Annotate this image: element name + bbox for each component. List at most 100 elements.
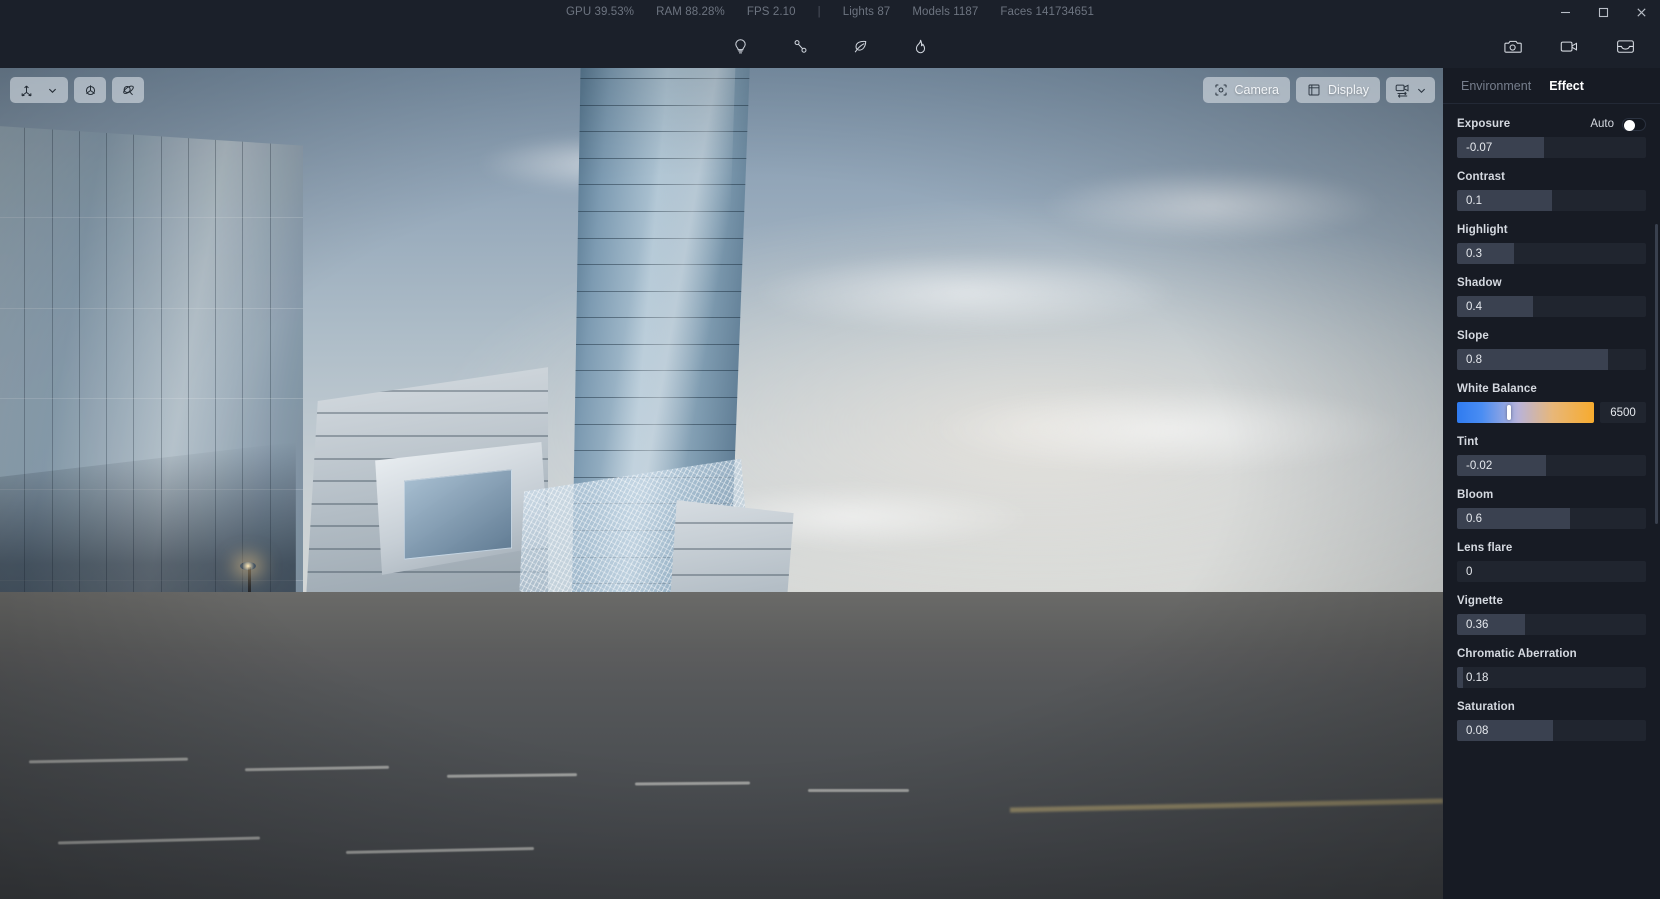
- stat-fps: FPS 2.10: [746, 6, 796, 18]
- measure-tool-button[interactable]: [783, 30, 817, 62]
- snapshot-button[interactable]: [1496, 30, 1530, 62]
- gallery-button[interactable]: [1608, 30, 1642, 62]
- control-chromatic-aberration: Chromatic Aberration 0.18: [1457, 646, 1646, 688]
- road-surface: [0, 649, 1443, 899]
- highlight-slider[interactable]: 0.3: [1457, 243, 1646, 264]
- camera-mode-button[interactable]: Camera: [1202, 77, 1290, 103]
- view-switch-button[interactable]: [1386, 77, 1435, 103]
- chromatic-aberration-slider[interactable]: 0.18: [1457, 667, 1646, 688]
- exposure-slider[interactable]: -0.07: [1457, 137, 1646, 158]
- control-slope: Slope 0.8: [1457, 328, 1646, 370]
- control-white-balance: White Balance 6500: [1457, 381, 1646, 423]
- close-icon: [1636, 7, 1646, 17]
- shadow-value: 0.4: [1466, 300, 1482, 313]
- video-record-icon: [1560, 41, 1577, 52]
- street-lamp-light: [239, 561, 256, 570]
- slope-slider[interactable]: 0.8: [1457, 349, 1646, 370]
- minimize-icon: [1560, 11, 1570, 13]
- viewport-gizmo-toolbar: [10, 77, 144, 103]
- tab-effect[interactable]: Effect: [1549, 75, 1584, 97]
- control-lens-flare: Lens flare 0: [1457, 540, 1646, 582]
- control-saturation: Saturation 0.08: [1457, 699, 1646, 741]
- orbit-button[interactable]: [116, 79, 140, 101]
- toggle-knob: [1624, 119, 1635, 131]
- display-mode-button[interactable]: Display: [1296, 77, 1380, 103]
- control-saturation-label: Saturation: [1457, 701, 1515, 713]
- tint-value: -0.02: [1466, 459, 1493, 472]
- control-tint-label: Tint: [1457, 436, 1479, 448]
- white-balance-handle[interactable]: [1507, 405, 1512, 420]
- transform-dropdown-button[interactable]: [40, 79, 64, 101]
- viewport-mode-toolbar: Camera Display: [1202, 77, 1435, 103]
- control-lens-flare-label: Lens flare: [1457, 542, 1513, 554]
- light-tool-button[interactable]: [723, 30, 757, 62]
- minimize-button[interactable]: [1546, 0, 1584, 24]
- sidewalk: [0, 591, 1443, 650]
- rotate-gizmo-button[interactable]: [78, 79, 102, 101]
- control-bloom-label: Bloom: [1457, 489, 1494, 501]
- shadow-slider[interactable]: 0.4: [1457, 296, 1646, 317]
- cloud: [923, 383, 1415, 476]
- control-contrast-label: Contrast: [1457, 171, 1506, 183]
- record-button[interactable]: [1552, 30, 1586, 62]
- 3d-viewport[interactable]: Camera Display: [0, 68, 1443, 899]
- close-button[interactable]: [1622, 0, 1660, 24]
- tint-slider[interactable]: -0.02: [1457, 455, 1646, 476]
- properties-panel: Environment Effect Exposure Auto -0.07 C…: [1443, 68, 1660, 899]
- title-bar: GPU 39.53% RAM 88.28% FPS 2.10 | Lights …: [0, 0, 1660, 24]
- control-shadow: Shadow 0.4: [1457, 275, 1646, 317]
- stat-lights: Lights 87: [842, 6, 891, 18]
- camera-snapshot-icon: [1503, 40, 1522, 53]
- panel-tab-bar: Environment Effect: [1443, 68, 1660, 104]
- white-balance-slider[interactable]: [1457, 402, 1594, 423]
- control-shadow-label: Shadow: [1457, 277, 1502, 289]
- control-highlight: Highlight 0.3: [1457, 222, 1646, 264]
- stat-models: Models 1187: [912, 6, 979, 18]
- camera-mode-label: Camera: [1234, 83, 1279, 97]
- white-balance-value[interactable]: 6500: [1600, 402, 1646, 423]
- move-gizmo-button[interactable]: [14, 79, 38, 101]
- chevron-down-icon: [1417, 88, 1426, 93]
- rotate-gizmo-icon: [85, 84, 95, 95]
- cloud: [750, 250, 1184, 334]
- window-controls: [1546, 0, 1660, 24]
- vegetation-tool-button[interactable]: [843, 30, 877, 62]
- vignette-value: 0.36: [1466, 618, 1489, 631]
- control-highlight-label: Highlight: [1457, 224, 1508, 236]
- main-toolbar: [0, 24, 1660, 68]
- control-vignette-label: Vignette: [1457, 595, 1503, 607]
- maximize-button[interactable]: [1584, 0, 1622, 24]
- stat-separator: |: [817, 6, 821, 18]
- effects-tool-button[interactable]: [903, 30, 937, 62]
- effect-controls: Exposure Auto -0.07 Contrast 0.1 Highlig…: [1443, 104, 1660, 899]
- control-exposure: Exposure Auto -0.07: [1457, 116, 1646, 158]
- chromatic-aberration-value: 0.18: [1466, 671, 1489, 684]
- vignette-slider[interactable]: 0.36: [1457, 614, 1646, 635]
- control-slope-label: Slope: [1457, 330, 1489, 342]
- cloud: [1038, 167, 1386, 243]
- leaf-icon: [854, 40, 866, 52]
- flame-icon: [915, 39, 925, 53]
- camera-frame-icon: [1214, 84, 1227, 96]
- panel-scrollbar[interactable]: [1655, 224, 1658, 524]
- control-vignette: Vignette 0.36: [1457, 593, 1646, 635]
- white-balance-row: 6500: [1457, 402, 1646, 423]
- rendered-scene: [0, 68, 1443, 899]
- bloom-slider[interactable]: 0.6: [1457, 508, 1646, 529]
- contrast-slider[interactable]: 0.1: [1457, 190, 1646, 211]
- maximize-icon: [1598, 7, 1608, 17]
- orbit-icon: [122, 85, 134, 95]
- control-contrast: Contrast 0.1: [1457, 169, 1646, 211]
- glass-facade-panel: [404, 469, 513, 560]
- measure-icon: [794, 39, 806, 53]
- saturation-slider[interactable]: 0.08: [1457, 720, 1646, 741]
- chevron-down-icon: [48, 88, 56, 93]
- auto-exposure-toggle[interactable]: [1622, 117, 1646, 131]
- bloom-value: 0.6: [1466, 512, 1482, 525]
- transform-tool-group: [10, 77, 68, 103]
- lens-flare-slider[interactable]: 0: [1457, 561, 1646, 582]
- tab-environment[interactable]: Environment: [1461, 75, 1531, 97]
- performance-stats: GPU 39.53% RAM 88.28% FPS 2.10 | Lights …: [0, 0, 1660, 24]
- slider-fill: [1457, 667, 1463, 688]
- control-exposure-label: Exposure: [1457, 118, 1511, 130]
